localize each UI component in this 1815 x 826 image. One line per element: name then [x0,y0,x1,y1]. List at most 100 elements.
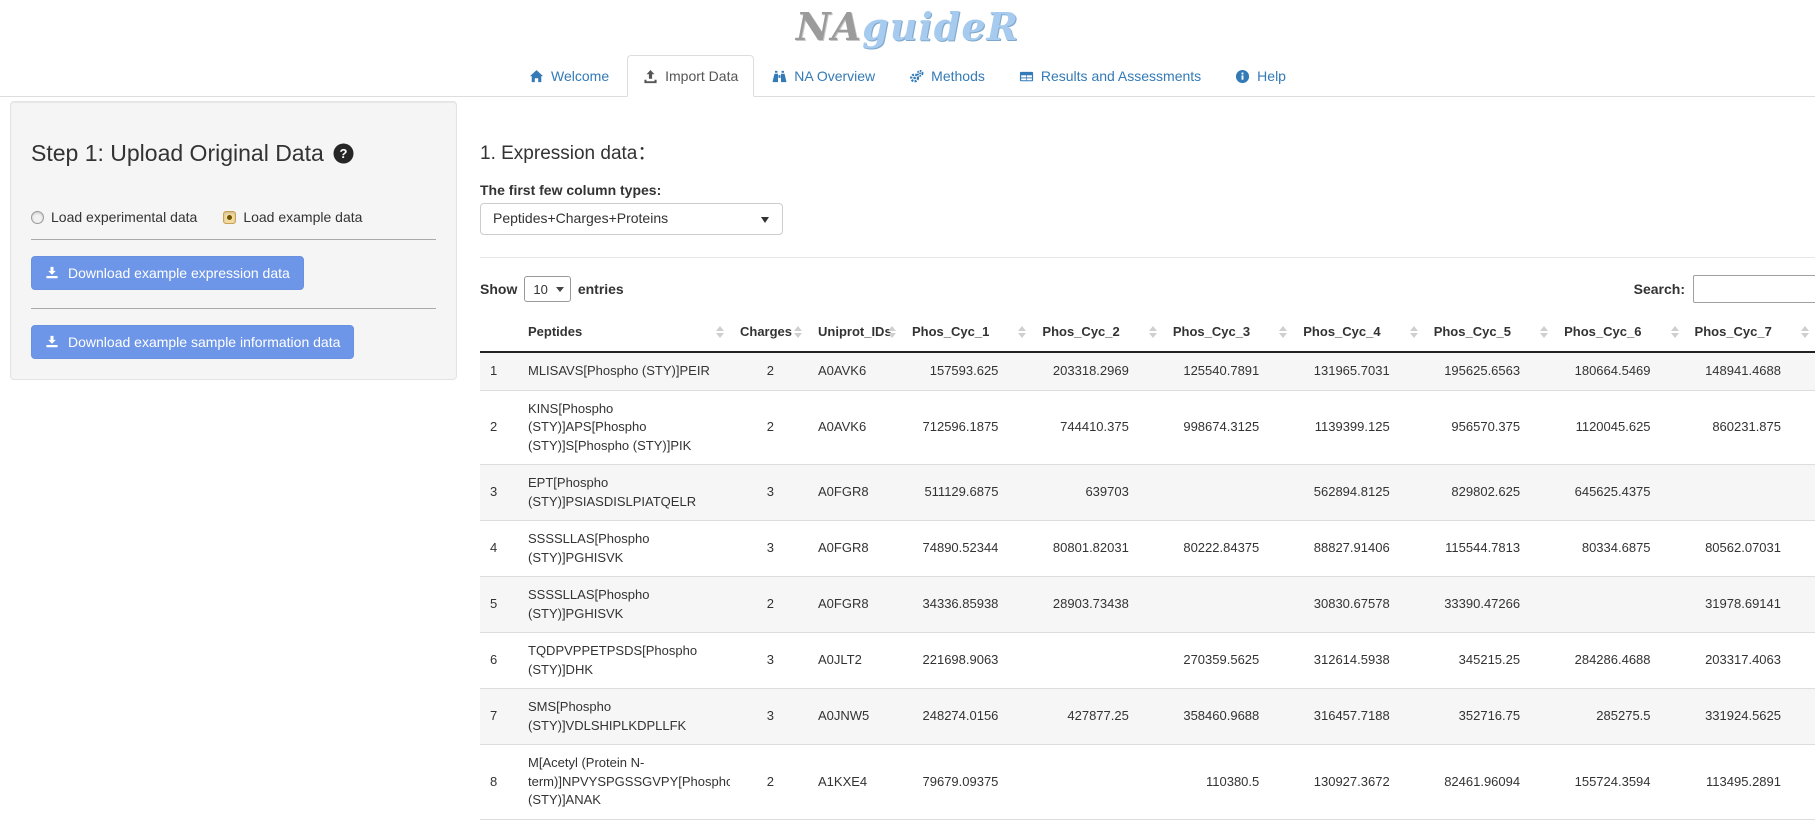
column-header-phos_cyc_4[interactable]: Phos_Cyc_4 [1293,312,1423,352]
cell-phos-cyc-4: 130927.3672 [1293,745,1423,820]
download-example-expression-data-button[interactable]: Download example expression data [31,256,304,290]
column-header-phos_cyc_3[interactable]: Phos_Cyc_3 [1163,312,1293,352]
cell-phos-cyc-6: 284286.4688 [1554,633,1684,689]
cell-phos-cyc-2: 203318.2969 [1032,352,1162,390]
import-data-tab-content: 1. Expression data： The first few column… [480,96,1815,820]
sort-icon [888,326,896,338]
cell-uniprot-id: A0AVK6 [808,352,902,390]
cell-phos-cyc-5: 352716.75 [1424,689,1554,745]
column-header-phos_cyc_1[interactable]: Phos_Cyc_1 [902,312,1032,352]
cell-row-number: 4 [480,521,518,577]
tab-label: Welcome [551,66,609,86]
column-header-phos_cyc_2[interactable]: Phos_Cyc_2 [1032,312,1162,352]
table-icon [1019,69,1034,84]
tab-import-data[interactable]: Import Data [627,55,754,97]
radio-label: Load example data [243,209,362,225]
cell-phos-cyc-6: 285275.5 [1554,689,1684,745]
expression-data-table: PeptidesChargesUniprot_IDsPhos_Cyc_1Phos… [480,312,1815,820]
cell-phos-cyc-2 [1032,633,1162,689]
cell-phos-cyc-4: 316457.7188 [1293,689,1423,745]
question-circle-icon[interactable]: ? [333,143,354,164]
cell-phos-cyc-5: 115544.7813 [1424,521,1554,577]
download-example-sample-information-data-button[interactable]: Download example sample information data [31,325,354,359]
table-controls: Show 10 entries Search: [480,274,1815,304]
column-header-phos_cyc_7[interactable]: Phos_Cyc_7 [1685,312,1815,352]
cell-charge: 2 [730,745,808,820]
table-row: 4SSSSLLAS[Phospho (STY)]PGHISVK3A0FGR874… [480,521,1815,577]
tab-methods[interactable]: Methods [893,55,1001,97]
column-types-selected-value: Peptides+Charges+Proteins [493,210,668,226]
column-header-charges[interactable]: Charges [730,312,808,352]
sort-icon [1540,326,1548,338]
column-types-select[interactable]: Peptides+Charges+Proteins [480,203,783,235]
table-row: 1MLISAVS[Phospho (STY)]PEIR2A0AVK6157593… [480,352,1815,390]
radio-load-example-data[interactable]: Load example data [223,209,362,225]
cell-phos-cyc-4: 562894.8125 [1293,465,1423,521]
column-label: Phos_Cyc_4 [1303,324,1380,339]
cell-phos-cyc-1: 712596.1875 [902,390,1032,465]
cell-phos-cyc-5: 956570.375 [1424,390,1554,465]
cell-phos-cyc-5: 345215.25 [1424,633,1554,689]
cell-phos-cyc-3 [1163,577,1293,633]
panel-title: Step 1: Upload Original Data ? [31,140,436,167]
cell-phos-cyc-1: 34336.85938 [902,577,1032,633]
sort-icon [1410,326,1418,338]
tab-label: Import Data [665,66,738,86]
tab-help[interactable]: Help [1219,55,1302,97]
entries-label: entries [578,281,624,297]
tab-na-overview[interactable]: NA Overview [756,55,891,97]
column-header-phos_cyc_6[interactable]: Phos_Cyc_6 [1554,312,1684,352]
cell-phos-cyc-4: 312614.5938 [1293,633,1423,689]
column-label: Charges [740,324,792,339]
cell-peptide: EPT[Phospho (STY)]PSIASDISLPIATQELR [518,465,730,521]
cell-phos-cyc-2: 744410.375 [1032,390,1162,465]
app-logo: NAguideR [0,0,1815,55]
cell-phos-cyc-2 [1032,745,1162,820]
radio-load-experimental-data[interactable]: Load experimental data [31,209,197,225]
page-length-control: Show 10 entries [480,276,624,302]
cell-uniprot-id: A0FGR8 [808,577,902,633]
table-row: 3EPT[Phospho (STY)]PSIASDISLPIATQELR3A0F… [480,465,1815,521]
table-row: 5SSSSLLAS[Phospho (STY)]PGHISVK2A0FGR834… [480,577,1815,633]
cell-phos-cyc-3: 358460.9688 [1163,689,1293,745]
chevron-down-icon [556,287,564,292]
upload-original-data-panel: Step 1: Upload Original Data ? Load expe… [10,101,457,380]
cell-phos-cyc-5: 195625.6563 [1424,352,1554,390]
column-header-phos_cyc_5[interactable]: Phos_Cyc_5 [1424,312,1554,352]
column-header-peptides[interactable]: Peptides [518,312,730,352]
cell-uniprot-id: A0JNW5 [808,689,902,745]
page-length-select[interactable]: 10 [524,276,570,302]
cell-peptide: SMS[Phospho (STY)]VDLSHIPLKDPLLFK [518,689,730,745]
table-row: 8M[Acetyl (Protein N-term)]NPVYSPGSSGVPY… [480,745,1815,820]
search-label: Search: [1634,281,1685,297]
cell-phos-cyc-4: 88827.91406 [1293,521,1423,577]
cell-peptide: SSSSLLAS[Phospho (STY)]PGHISVK [518,521,730,577]
cell-row-number: 5 [480,577,518,633]
page-length-value: 10 [533,282,547,297]
cell-phos-cyc-3: 998674.3125 [1163,390,1293,465]
logo-na-text: NA [796,4,862,49]
cell-peptide: TQDPVPPETPSDS[Phospho (STY)]DHK [518,633,730,689]
tab-welcome[interactable]: Welcome [513,55,625,97]
divider [31,308,436,309]
column-header-uniprot_ids[interactable]: Uniprot_IDs [808,312,902,352]
cell-phos-cyc-1: 74890.52344 [902,521,1032,577]
expression-table-body: 1MLISAVS[Phospho (STY)]PEIR2A0AVK6157593… [480,352,1815,819]
search-input[interactable] [1693,275,1815,303]
show-label: Show [480,281,517,297]
table-row: 6TQDPVPPETPSDS[Phospho (STY)]DHK3A0JLT22… [480,633,1815,689]
main-nav: Welcome Import Data NA Overview Methods … [0,55,1815,97]
tab-label: NA Overview [794,66,875,86]
cell-phos-cyc-3: 270359.5625 [1163,633,1293,689]
column-label: Phos_Cyc_7 [1695,324,1772,339]
cell-row-number: 6 [480,633,518,689]
cell-phos-cyc-2: 427877.25 [1032,689,1162,745]
cell-uniprot-id: A0JLT2 [808,633,902,689]
cell-phos-cyc-3: 125540.7891 [1163,352,1293,390]
cell-phos-cyc-5: 82461.96094 [1424,745,1554,820]
sort-icon [1279,326,1287,338]
cell-charge: 3 [730,465,808,521]
cell-phos-cyc-4: 1139399.125 [1293,390,1423,465]
cell-uniprot-id: A1KXE4 [808,745,902,820]
tab-results-and-assessments[interactable]: Results and Assessments [1003,55,1217,97]
